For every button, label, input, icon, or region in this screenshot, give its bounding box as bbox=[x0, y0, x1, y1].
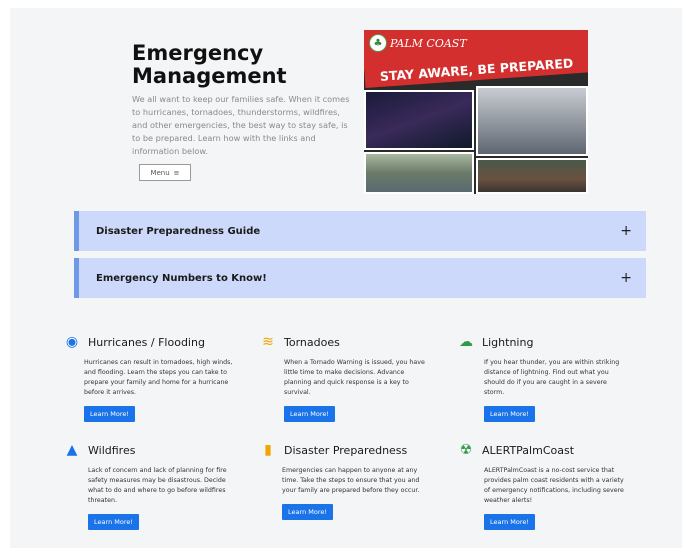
card-alertpalmcoast: ☢ ALERTPalmCoast ALERTPalmCoast is a no-… bbox=[458, 440, 628, 530]
card-hurricanes: ◉ Hurricanes / Flooding Hurricanes can r… bbox=[64, 332, 234, 422]
card-lightning: ☁ Lightning If you hear thunder, you are… bbox=[458, 332, 628, 422]
palm-coast-logo: ♣ PALM COAST bbox=[369, 34, 467, 52]
accordion-title: Emergency Numbers to Know! bbox=[96, 272, 267, 284]
accordion-preparedness-guide[interactable]: Disaster Preparedness Guide + bbox=[74, 211, 646, 251]
card-text: When a Tornado Warning is issued, you ha… bbox=[284, 359, 425, 396]
page-title-line2: Management bbox=[132, 64, 287, 88]
menu-button-label: Menu bbox=[150, 168, 170, 177]
card-text: Hurricanes can result in tornadoes, high… bbox=[84, 359, 233, 396]
intro-text: We all want to keep our families safe. W… bbox=[132, 94, 350, 156]
card-title: Disaster Preparedness bbox=[284, 443, 408, 457]
page-title-line1: Emergency bbox=[132, 41, 264, 65]
learn-more-button[interactable]: Learn More! bbox=[282, 504, 333, 520]
tornado-icon: ≋ bbox=[262, 334, 274, 350]
page-content: Emergency Management We all want to keep… bbox=[10, 8, 682, 548]
learn-more-button[interactable]: Learn More! bbox=[484, 514, 535, 530]
card-text: If you hear thunder, you are within stri… bbox=[484, 359, 620, 396]
card-text: ALERTPalmCoast is a no-cost service that… bbox=[484, 467, 624, 504]
card-title: ALERTPalmCoast bbox=[482, 443, 575, 457]
wildfire-photo bbox=[476, 158, 588, 194]
card-title: Tornadoes bbox=[284, 335, 340, 349]
card-title: Lightning bbox=[482, 335, 534, 349]
card-title: Wildfires bbox=[88, 443, 136, 457]
hamburger-icon: ≡ bbox=[173, 168, 180, 177]
learn-more-button[interactable]: Learn More! bbox=[284, 406, 335, 422]
lightning-cloud-icon: ☁ bbox=[459, 334, 473, 350]
card-title: Hurricanes / Flooding bbox=[88, 335, 205, 349]
palm-tree-icon: ♣ bbox=[369, 34, 387, 52]
card-text: Emergencies can happen to anyone at any … bbox=[282, 467, 420, 494]
accordion-emergency-numbers[interactable]: Emergency Numbers to Know! + bbox=[74, 258, 646, 298]
page-title: Emergency Management bbox=[132, 42, 287, 88]
lightning-photo bbox=[364, 90, 474, 150]
menu-button[interactable]: Menu ≡ bbox=[139, 164, 191, 181]
pier-storm-photo bbox=[476, 86, 588, 156]
logo-text: PALM COAST bbox=[390, 36, 467, 50]
wildfire-icon: ▲ bbox=[66, 442, 78, 458]
plus-icon[interactable]: + bbox=[620, 270, 632, 286]
learn-more-button[interactable]: Learn More! bbox=[484, 406, 535, 422]
hurricane-icon: ◉ bbox=[65, 334, 79, 350]
card-tornadoes: ≋ Tornadoes When a Tornado Warning is is… bbox=[260, 332, 430, 422]
card-text: Lack of concern and lack of planning for… bbox=[88, 467, 227, 504]
flood-photo bbox=[364, 152, 474, 194]
learn-more-button[interactable]: Learn More! bbox=[88, 514, 139, 530]
stay-aware-banner: ♣ PALM COAST STAY AWARE, BE PREPARED bbox=[364, 30, 588, 194]
card-wildfires: ▲ Wildfires Lack of concern and lack of … bbox=[64, 440, 234, 530]
plus-icon[interactable]: + bbox=[620, 223, 632, 239]
card-disaster-preparedness: ▮ Disaster Preparedness Emergencies can … bbox=[260, 440, 430, 520]
alert-siren-icon: ☢ bbox=[459, 442, 473, 458]
accordion-title: Disaster Preparedness Guide bbox=[96, 225, 261, 237]
learn-more-button[interactable]: Learn More! bbox=[84, 406, 135, 422]
clipboard-icon: ▮ bbox=[264, 442, 272, 458]
